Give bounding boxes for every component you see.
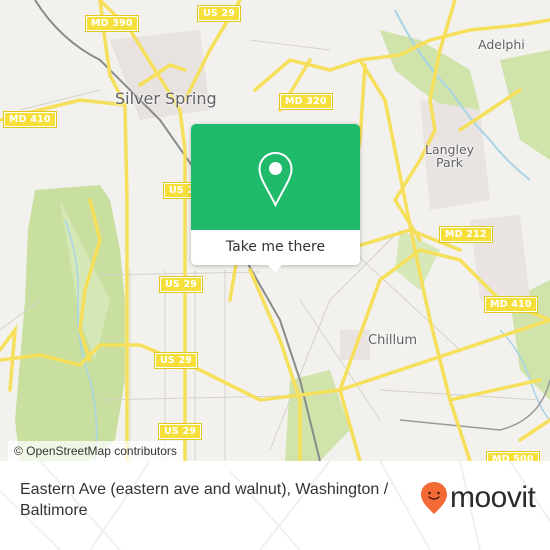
take-me-there-button[interactable]: Take me there: [191, 230, 360, 265]
road-shield-us29-top: US 29: [196, 5, 242, 22]
map[interactable]: Silver Spring Adelphi Langley Park Chill…: [0, 0, 550, 461]
road-shield-md410-right: MD 410: [484, 296, 538, 313]
moovit-face-pin-icon: [421, 482, 447, 514]
place-label-adelphi: Adelphi: [478, 37, 525, 52]
road-shield-md320: MD 320: [279, 93, 333, 110]
road-shield-md410-left: MD 410: [3, 111, 57, 128]
road-shield-md500: MD 500: [486, 451, 540, 461]
road-shield-us29-b: US 29: [158, 276, 204, 293]
road-shield-us29-c: US 29: [153, 352, 199, 369]
moovit-wordmark: moovit: [450, 481, 536, 514]
moovit-logo[interactable]: moovit: [420, 481, 536, 515]
popup-header[interactable]: [191, 124, 360, 230]
popup-pointer: [266, 263, 284, 272]
road-shield-us29-d: US 29: [157, 423, 203, 440]
footer: Eastern Ave (eastern ave and walnut), Wa…: [0, 461, 550, 550]
road-shield-md390: MD 390: [85, 15, 139, 32]
road-shield-md212: MD 212: [439, 226, 493, 243]
place-label-park: Park: [436, 155, 464, 170]
place-label-silver-spring: Silver Spring: [115, 89, 217, 108]
location-popup[interactable]: Take me there: [191, 124, 360, 272]
map-attribution[interactable]: © OpenStreetMap contributors: [8, 441, 183, 461]
place-label-chillum: Chillum: [368, 333, 418, 348]
map-pin-icon: [258, 151, 293, 208]
location-title: Eastern Ave (eastern ave and walnut), Wa…: [20, 481, 389, 519]
